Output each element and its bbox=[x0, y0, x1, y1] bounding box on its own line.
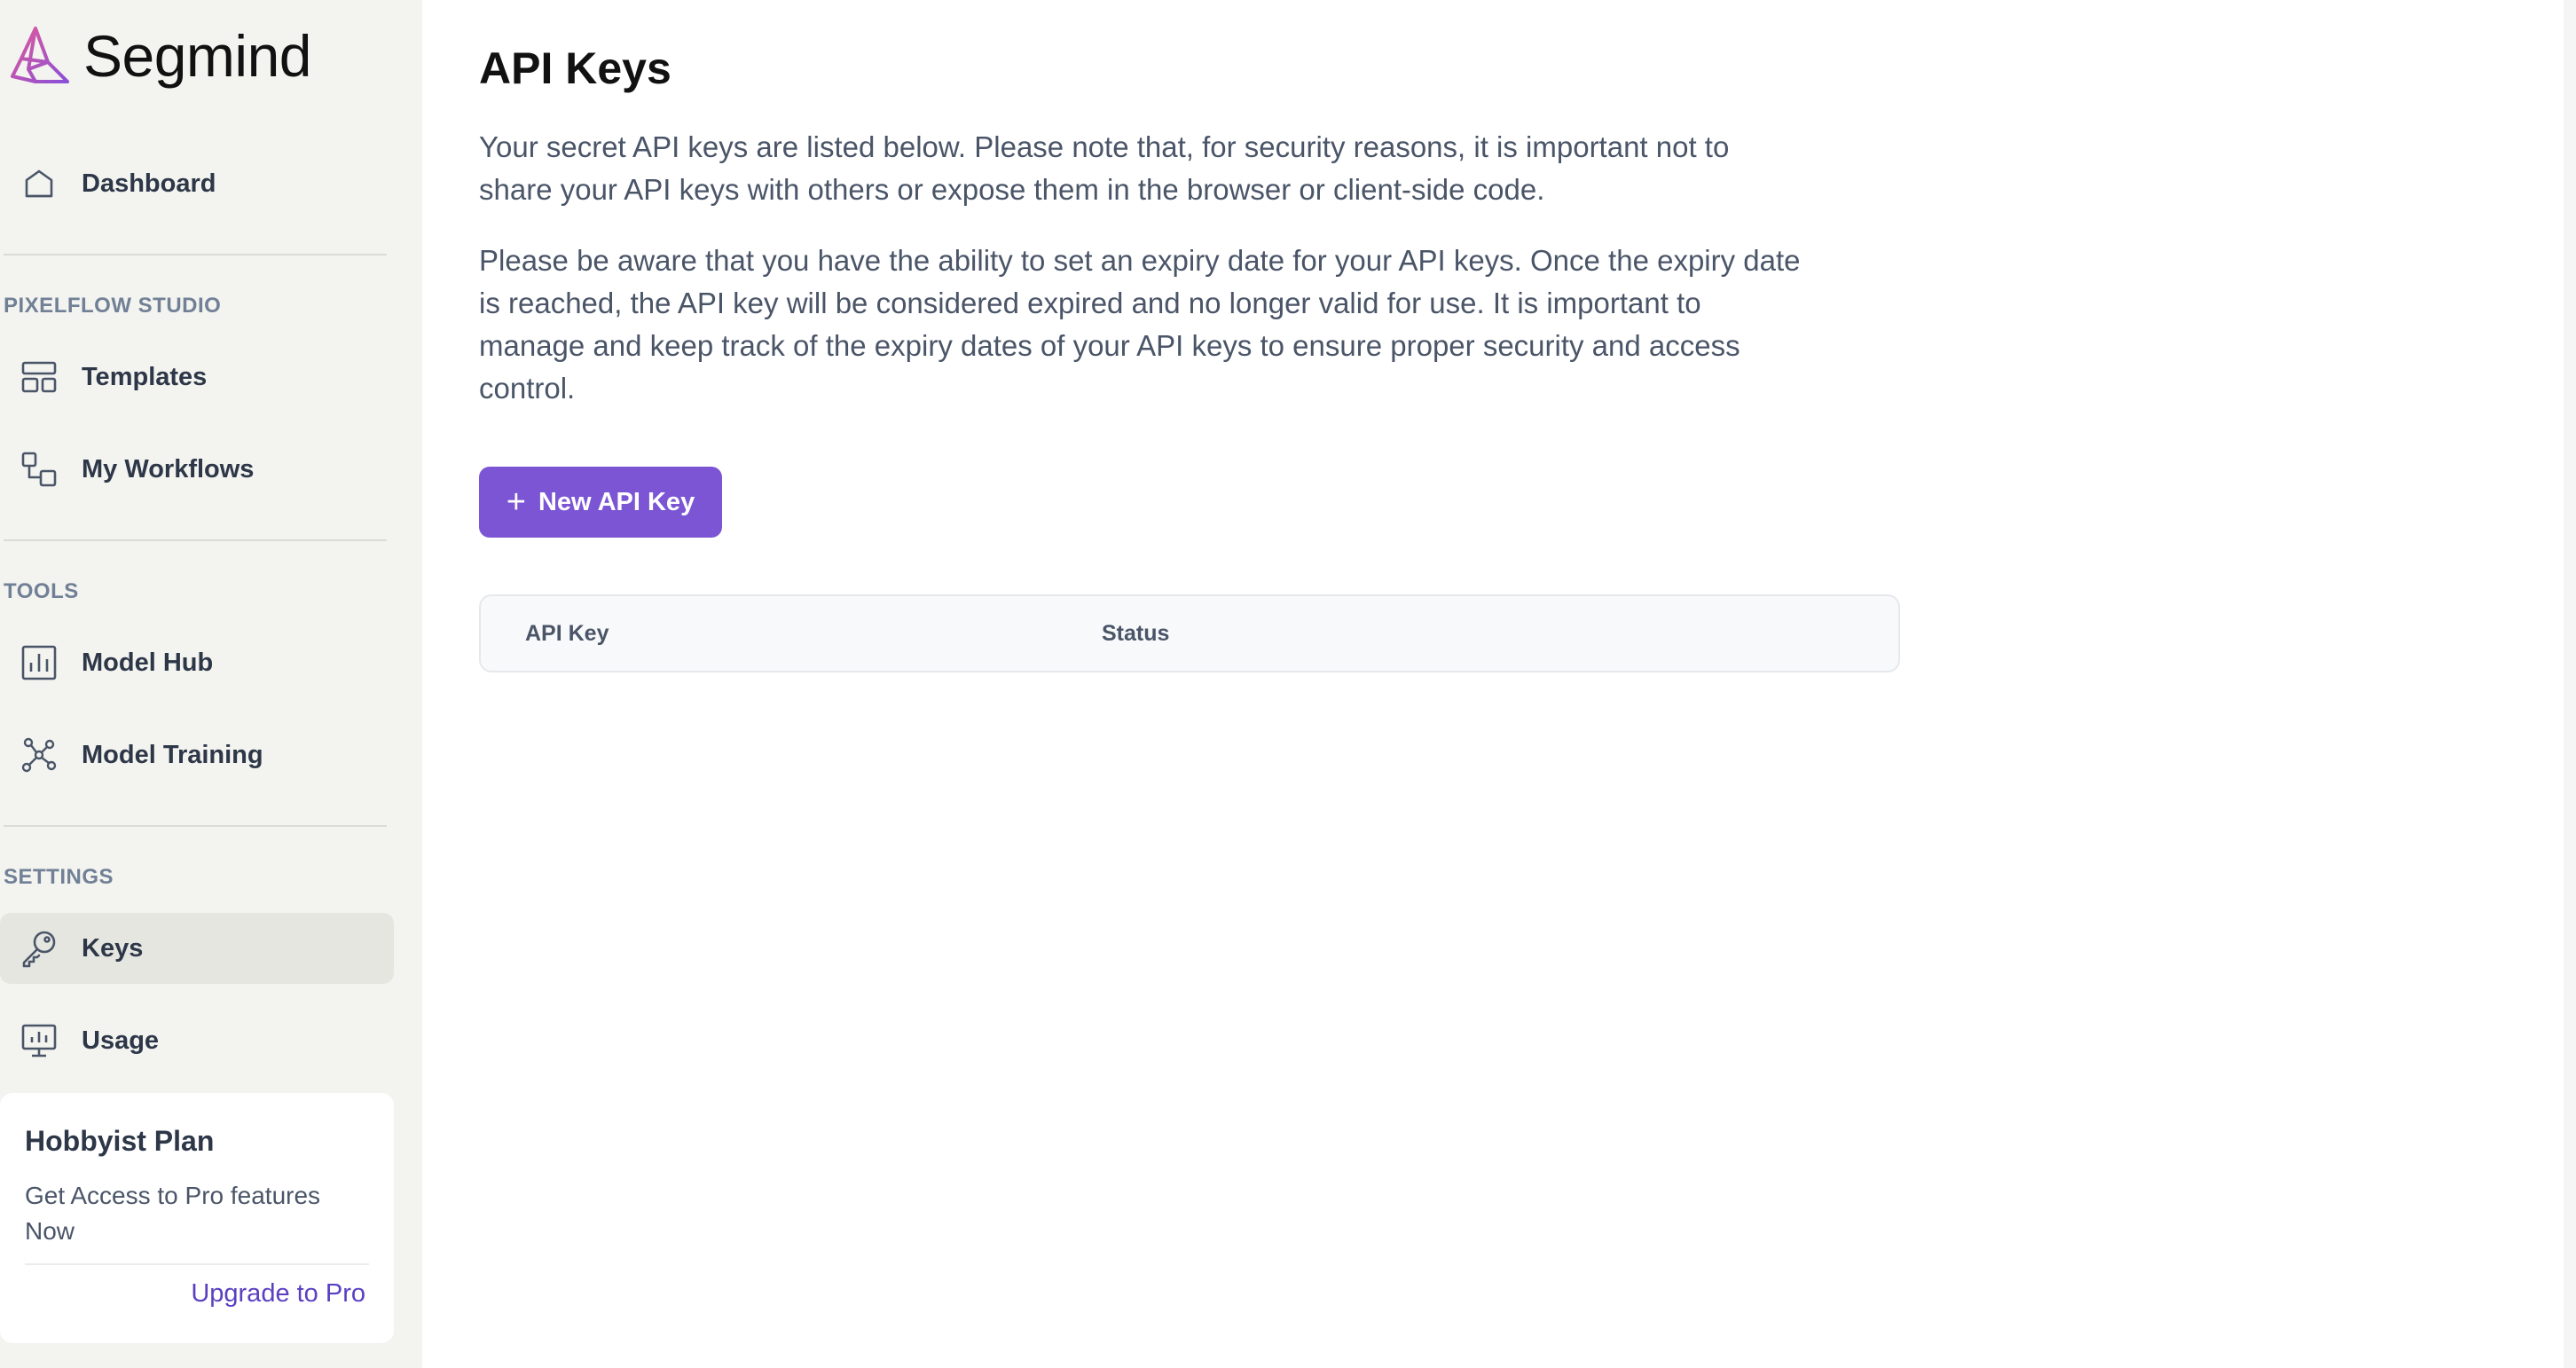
scrollbar[interactable] bbox=[2564, 0, 2576, 1368]
page-title: API Keys bbox=[479, 43, 671, 93]
expiry-paragraph: Please be aware that you have the abilit… bbox=[479, 244, 1801, 405]
main-content: API Keys Your secret API keys are listed… bbox=[422, 0, 2576, 1368]
plan-title: Hobbyist Plan bbox=[25, 1125, 215, 1157]
home-icon bbox=[20, 164, 59, 203]
plan-divider bbox=[25, 1263, 369, 1265]
sidebar-item-dashboard[interactable]: Dashboard bbox=[0, 148, 394, 219]
sidebar-item-label: Dashboard bbox=[82, 169, 216, 198]
sidebar-item-usage[interactable]: Usage bbox=[0, 1005, 394, 1076]
bar-chart-icon bbox=[20, 643, 59, 682]
sidebar: Segmind Dashboard PIXELFLOW STUDIO Templ… bbox=[0, 0, 422, 1368]
sidebar-item-label: My Workflows bbox=[82, 454, 255, 484]
sidebar-item-templates[interactable]: Templates bbox=[0, 342, 394, 413]
new-api-key-label: New API Key bbox=[538, 487, 695, 516]
brand-logo[interactable]: Segmind bbox=[9, 23, 312, 89]
plan-card: Hobbyist Plan Get Access to Pro features… bbox=[0, 1093, 394, 1343]
column-header-api-key: API Key bbox=[525, 621, 609, 646]
section-label-pixelflow: PIXELFLOW STUDIO bbox=[4, 294, 222, 318]
sidebar-item-model-hub[interactable]: Model Hub bbox=[0, 627, 394, 698]
workflow-icon bbox=[20, 450, 59, 489]
column-header-status: Status bbox=[1102, 621, 1170, 646]
presentation-chart-icon bbox=[20, 1021, 59, 1060]
intro-paragraph: Your secret API keys are listed below. P… bbox=[479, 130, 1730, 206]
section-label-tools: TOOLS bbox=[4, 579, 79, 603]
new-api-key-button[interactable]: + New API Key bbox=[479, 467, 722, 538]
brand-name: Segmind bbox=[83, 23, 312, 89]
api-keys-table: API Key Status bbox=[479, 594, 1900, 672]
sidebar-item-label: Templates bbox=[82, 362, 208, 391]
sidebar-divider bbox=[4, 539, 387, 541]
segmind-logo-icon bbox=[11, 27, 69, 83]
sidebar-item-model-training[interactable]: Model Training bbox=[0, 719, 394, 790]
sidebar-divider bbox=[4, 254, 387, 256]
sidebar-item-label: Usage bbox=[82, 1026, 160, 1055]
sidebar-item-keys[interactable]: Keys bbox=[0, 913, 394, 984]
upgrade-to-pro-link[interactable]: Upgrade to Pro bbox=[191, 1279, 365, 1309]
sidebar-item-label: Keys bbox=[82, 933, 144, 963]
plan-description: Get Access to Pro features Now bbox=[25, 1182, 321, 1245]
network-icon bbox=[20, 735, 59, 774]
section-label-settings: SETTINGS bbox=[4, 865, 114, 889]
sidebar-item-label: Model Hub bbox=[82, 648, 214, 677]
sidebar-divider bbox=[4, 825, 387, 827]
key-icon bbox=[20, 929, 59, 968]
app-window: Segmind Dashboard PIXELFLOW STUDIO Templ… bbox=[0, 0, 2576, 1368]
plus-icon: + bbox=[506, 484, 526, 521]
sidebar-item-my-workflows[interactable]: My Workflows bbox=[0, 434, 394, 505]
sidebar-item-label: Model Training bbox=[82, 740, 263, 769]
layout-icon bbox=[20, 358, 59, 397]
